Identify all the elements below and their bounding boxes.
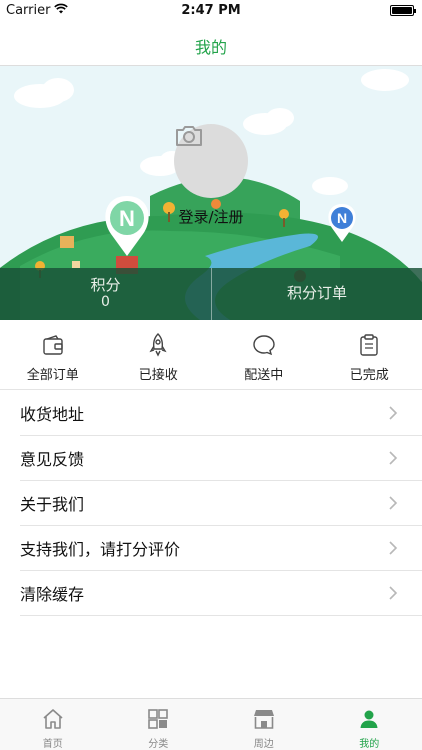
menu-item-label: 支持我们，请打分评价 (20, 540, 181, 559)
grid-icon (146, 707, 170, 731)
chevron-right-icon (384, 539, 402, 557)
page-title: 我的 (194, 38, 227, 57)
pin-right-letter: N (337, 210, 347, 226)
order-completed-button[interactable]: 已完成 (317, 320, 422, 389)
order-completed-label: 已完成 (349, 368, 389, 383)
points-value: 0 (101, 294, 110, 310)
points-label: 积分 (90, 276, 121, 294)
order-all-label: 全部订单 (26, 368, 79, 383)
tab-label: 周边 (253, 739, 274, 750)
settings-menu: 收货地址 意见反馈 关于我们 支持我们，请打分评价 清除缓存 (20, 391, 422, 616)
pin-left-letter: N (119, 206, 135, 231)
tab-category[interactable]: 分类 (106, 699, 212, 750)
menu-item-label: 收货地址 (20, 405, 85, 424)
menu-item-rate[interactable]: 支持我们，请打分评价 (20, 526, 422, 571)
menu-item-about[interactable]: 关于我们 (20, 481, 422, 526)
battery-icon (390, 5, 416, 16)
order-all-button[interactable]: 全部订单 (0, 320, 106, 389)
menu-item-label: 清除缓存 (20, 585, 85, 604)
order-received-label: 已接收 (138, 368, 178, 383)
menu-item-label: 关于我们 (20, 495, 85, 514)
chevron-right-icon (384, 584, 402, 602)
chat-bubble-icon (251, 332, 277, 358)
menu-item-clear-cache[interactable]: 清除缓存 (20, 571, 422, 616)
order-received-button[interactable]: 已接收 (106, 320, 212, 389)
shop-icon (252, 707, 276, 731)
status-time: 2:47 PM (181, 3, 241, 18)
chevron-right-icon (384, 449, 402, 467)
login-register-link[interactable]: 登录/注册 (150, 206, 272, 227)
order-delivering-label: 配送中 (244, 368, 284, 383)
avatar[interactable] (174, 124, 248, 198)
points-orders-label: 积分订单 (286, 284, 347, 302)
points-orders-cell[interactable]: 积分订单 (211, 268, 422, 320)
profile-header: N N 登录/注册 积分 0 积分订单 (0, 66, 422, 320)
menu-item-feedback[interactable]: 意见反馈 (20, 436, 422, 481)
wallet-icon (40, 332, 66, 358)
tab-mine[interactable]: 我的 (317, 699, 422, 750)
menu-item-label: 意见反馈 (20, 450, 85, 469)
order-status-row: 全部订单 已接收 配送中 已完成 (0, 320, 422, 390)
points-cell[interactable]: 积分 0 (0, 268, 211, 320)
nav-bar: 我的 (0, 22, 422, 66)
tab-home[interactable]: 首页 (0, 699, 106, 750)
tab-label: 首页 (42, 739, 63, 750)
status-bar: Carrier 2:47 PM (0, 0, 422, 22)
tab-nearby[interactable]: 周边 (211, 699, 317, 750)
chevron-right-icon (384, 494, 402, 512)
person-icon (357, 707, 381, 731)
tab-label: 我的 (359, 739, 380, 750)
points-strip: 积分 0 积分订单 (0, 268, 422, 320)
rocket-icon (145, 332, 171, 358)
tab-label: 分类 (148, 739, 169, 750)
tab-bar: 首页 分类 周边 我的 (0, 698, 422, 750)
chevron-right-icon (384, 404, 402, 422)
clipboard-icon (356, 332, 382, 358)
menu-item-address[interactable]: 收货地址 (20, 391, 422, 436)
home-icon (41, 707, 65, 731)
order-delivering-button[interactable]: 配送中 (211, 320, 317, 389)
